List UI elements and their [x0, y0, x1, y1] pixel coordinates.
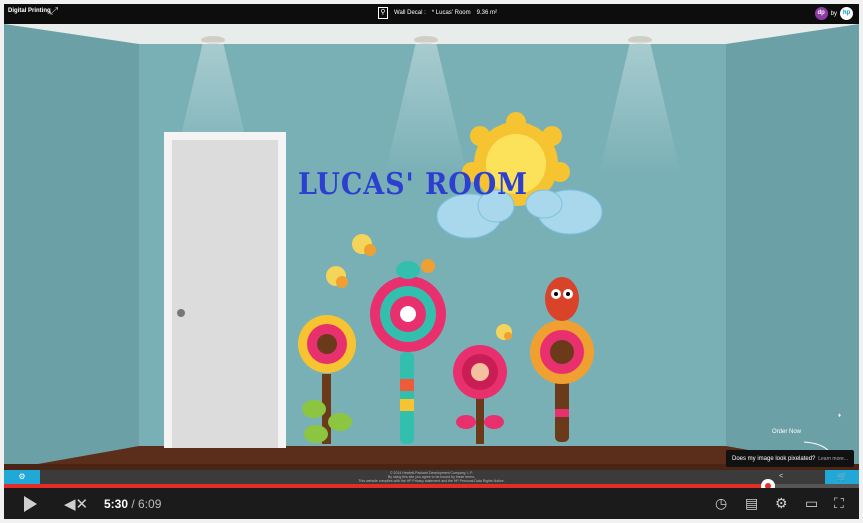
settings-icon[interactable]: ⚙	[775, 495, 788, 512]
current-time: 5:30	[104, 497, 129, 511]
time-display: 5:30 / 6:09	[104, 497, 161, 511]
time-separator: /	[128, 497, 139, 511]
video-player[interactable]: Digital Printing ⤢ ⚲ Wall Decal : * Luca…	[4, 4, 859, 519]
control-bar: ◀✕ 5:30 / 6:09 ◷ ▤ ⚙ ▭ ⛶	[4, 488, 859, 519]
play-icon[interactable]	[24, 496, 37, 512]
copyright-text: © 2014 Hewlett-Packard Development Compa…	[344, 471, 519, 483]
left-wall	[4, 24, 139, 470]
by-label: by	[830, 10, 837, 17]
settings-gear-icon[interactable]: ⚙	[4, 470, 40, 484]
expand-icon[interactable]: ⤢	[50, 6, 58, 17]
cart-icon[interactable]: 🛒	[825, 470, 859, 484]
info-icon[interactable]: ♦	[838, 413, 844, 419]
room-scene	[4, 24, 859, 470]
order-now-link[interactable]: Order Now	[772, 429, 801, 435]
fullscreen-icon[interactable]: ⛶	[834, 495, 844, 512]
top-bar: Digital Printing ⤢ ⚲ Wall Decal : * Luca…	[4, 4, 859, 24]
design-area: 9.36 m²	[476, 10, 497, 16]
wall-title-decal: LUCAS' ROOM	[298, 167, 528, 202]
hp-logo: hp	[840, 7, 853, 20]
mute-icon[interactable]: ◀✕	[64, 495, 88, 513]
partner-logos: dp by hp	[814, 7, 853, 20]
dp-logo: dp	[814, 7, 828, 20]
room-preview: LUCAS' ROOM	[4, 24, 859, 470]
watch-later-icon[interactable]: ◷	[715, 495, 727, 512]
share-icon[interactable]: <	[779, 473, 783, 480]
wall-figure-icon: ⚲	[378, 7, 388, 19]
captions-icon[interactable]: ▤	[745, 495, 758, 512]
learn-more-link[interactable]: Learn more...	[818, 456, 848, 462]
duration: 6:09	[138, 497, 162, 511]
copyright-line: This website complies with the HP Privac…	[358, 479, 505, 483]
pixelated-tooltip[interactable]: Does my image look pixelated? Learn more…	[726, 450, 854, 467]
theater-mode-icon[interactable]: ▭	[805, 495, 818, 512]
door	[164, 132, 286, 448]
pixelated-question: Does my image look pixelated?	[732, 456, 816, 462]
design-info: ⚲ Wall Decal : * Lucas' Room 9.36 m²	[378, 7, 497, 19]
right-wall	[726, 24, 859, 470]
site-footer-strip: ⚙ © 2014 Hewlett-Packard Development Com…	[4, 470, 859, 484]
design-name: * Lucas' Room	[431, 10, 471, 16]
brand-label: Digital Printing	[8, 8, 51, 14]
wall-label: Wall Decal :	[394, 10, 426, 16]
